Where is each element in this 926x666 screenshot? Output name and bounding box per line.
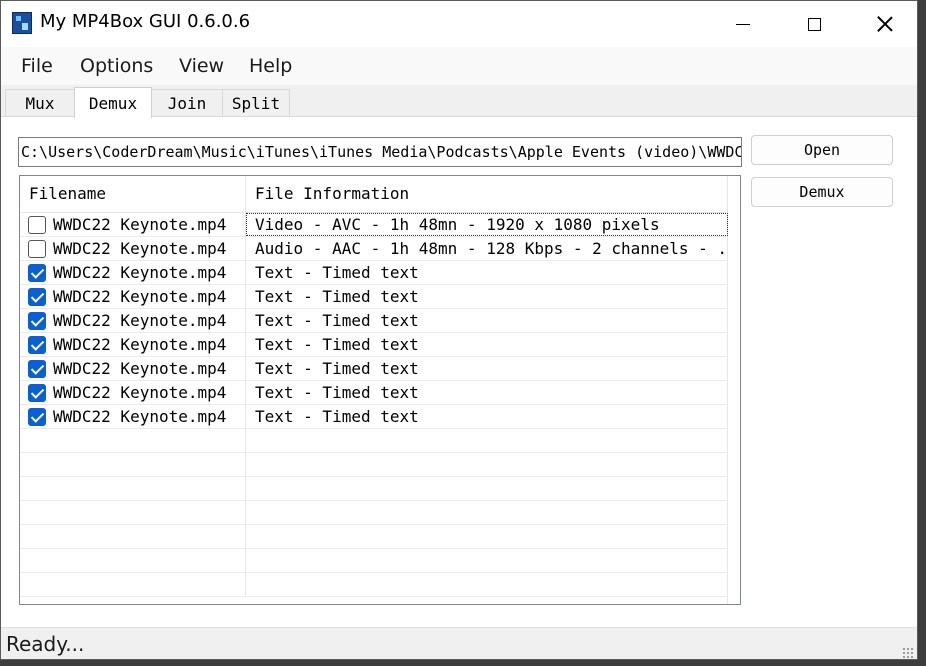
file-information-cell xyxy=(246,453,728,476)
filename-cell: WWDC22 Keynote.mp4 xyxy=(20,381,246,404)
file-information-cell: Text - Timed text xyxy=(255,407,419,426)
resize-grip-icon[interactable] xyxy=(902,647,914,659)
menu-options[interactable]: Options xyxy=(80,55,153,77)
tab-mux[interactable]: Mux xyxy=(5,89,75,117)
file-information-cell: Text - Timed text xyxy=(255,335,419,354)
minimize-icon xyxy=(736,23,750,25)
filename-text: WWDC22 Keynote.mp4 xyxy=(53,287,227,306)
table-row[interactable]: WWDC22 Keynote.mp4 Text - Timed text xyxy=(20,309,728,333)
tab-split[interactable]: Split xyxy=(222,89,290,117)
file-path-input[interactable]: C:\Users\CoderDream\Music\iTunes\iTunes … xyxy=(18,137,742,167)
filename-cell xyxy=(20,525,246,548)
file-information-cell: Video - AVC - 1h 48mn - 1920 x 1080 pixe… xyxy=(246,213,728,236)
filename-text: WWDC22 Keynote.mp4 xyxy=(53,359,227,378)
table-row[interactable]: WWDC22 Keynote.mp4 Video - AVC - 1h 48mn … xyxy=(20,213,728,237)
file-information-cell xyxy=(246,477,728,500)
list-header: Filename File Information xyxy=(20,176,728,213)
empty-row xyxy=(20,525,728,549)
track-list[interactable]: Filename File Information WWDC22 Keynote… xyxy=(19,175,741,605)
filename-cell: WWDC22 Keynote.mp4 xyxy=(20,237,246,260)
empty-row xyxy=(20,453,728,477)
filename-cell xyxy=(20,573,246,596)
filename-cell: WWDC22 Keynote.mp4 xyxy=(20,405,246,428)
file-information-cell: Audio - AAC - 1h 48mn - 128 Kbps - 2 cha… xyxy=(255,239,728,258)
app-window: My MP4Box GUI 0.6.0.6 File Options View … xyxy=(0,0,918,660)
demux-panel: C:\Users\CoderDream\Music\iTunes\iTunes … xyxy=(1,116,917,627)
file-information-cell xyxy=(246,573,728,596)
filename-cell: WWDC22 Keynote.mp4 xyxy=(20,261,246,284)
file-information-cell xyxy=(246,549,728,572)
tab-demux[interactable]: Demux xyxy=(74,87,152,118)
filename-cell: WWDC22 Keynote.mp4 xyxy=(20,333,246,356)
file-information-cell xyxy=(246,429,728,452)
menu-bar: File Options View Help xyxy=(1,47,917,85)
app-icon xyxy=(12,12,32,34)
filename-cell: WWDC22 Keynote.mp4 xyxy=(20,213,246,236)
file-information-cell: Text - Timed text xyxy=(255,383,419,402)
filename-text: WWDC22 Keynote.mp4 xyxy=(53,215,227,234)
track-checkbox[interactable] xyxy=(28,288,46,306)
empty-row xyxy=(20,573,728,597)
title-bar[interactable]: My MP4Box GUI 0.6.0.6 xyxy=(1,1,917,47)
filename-text: WWDC22 Keynote.mp4 xyxy=(53,311,227,330)
maximize-icon xyxy=(807,17,821,31)
file-information-cell: Text - Timed text xyxy=(255,359,419,378)
track-checkbox[interactable] xyxy=(28,408,46,426)
menu-file[interactable]: File xyxy=(21,55,53,77)
track-checkbox[interactable] xyxy=(28,384,46,402)
track-checkbox[interactable] xyxy=(28,312,46,330)
filename-cell xyxy=(20,453,246,476)
filename-cell: WWDC22 Keynote.mp4 xyxy=(20,285,246,308)
filename-cell xyxy=(20,501,246,524)
empty-row xyxy=(20,549,728,573)
file-information-cell: Text - Timed text xyxy=(255,263,419,282)
filename-text: WWDC22 Keynote.mp4 xyxy=(53,335,227,354)
tab-join[interactable]: Join xyxy=(151,89,223,117)
filename-text: WWDC22 Keynote.mp4 xyxy=(53,263,227,282)
empty-row xyxy=(20,429,728,453)
filename-text: WWDC22 Keynote.mp4 xyxy=(53,383,227,402)
filename-cell: WWDC22 Keynote.mp4 xyxy=(20,309,246,332)
table-row[interactable]: WWDC22 Keynote.mp4 Text - Timed text xyxy=(20,381,728,405)
window-title: My MP4Box GUI 0.6.0.6 xyxy=(40,11,251,32)
filename-text: WWDC22 Keynote.mp4 xyxy=(53,239,227,258)
maximize-button[interactable] xyxy=(791,1,837,47)
status-bar: Ready... xyxy=(1,627,917,659)
table-row[interactable]: WWDC22 Keynote.mp4 Text - Timed text xyxy=(20,357,728,381)
demux-button[interactable]: Demux xyxy=(751,177,893,207)
filename-cell: WWDC22 Keynote.mp4 xyxy=(20,357,246,380)
track-checkbox[interactable] xyxy=(28,264,46,282)
table-row[interactable]: WWDC22 Keynote.mp4 Text - Timed text xyxy=(20,285,728,309)
table-row[interactable]: WWDC22 Keynote.mp4 Audio - AAC - 1h 48mn … xyxy=(20,237,728,261)
file-information-cell xyxy=(246,501,728,524)
open-button[interactable]: Open xyxy=(751,135,893,165)
file-information-cell: Text - Timed text xyxy=(255,287,419,306)
file-information-cell xyxy=(246,525,728,548)
filename-cell xyxy=(20,549,246,572)
track-checkbox[interactable] xyxy=(28,240,46,258)
track-checkbox[interactable] xyxy=(28,360,46,378)
column-header-filename[interactable]: Filename xyxy=(20,176,246,212)
close-button[interactable] xyxy=(862,1,908,47)
close-icon xyxy=(877,16,893,32)
minimize-button[interactable] xyxy=(720,1,766,47)
empty-row xyxy=(20,501,728,525)
table-row[interactable]: WWDC22 Keynote.mp4 Text - Timed text xyxy=(20,333,728,357)
status-text: Ready... xyxy=(6,632,85,656)
list-rows: WWDC22 Keynote.mp4 Video - AVC - 1h 48mn … xyxy=(20,213,728,597)
filename-text: WWDC22 Keynote.mp4 xyxy=(53,407,227,426)
track-checkbox[interactable] xyxy=(28,336,46,354)
empty-row xyxy=(20,477,728,501)
filename-cell xyxy=(20,429,246,452)
track-checkbox[interactable] xyxy=(28,216,46,234)
tab-strip: Mux Demux Join Split xyxy=(1,87,917,118)
table-row[interactable]: WWDC22 Keynote.mp4 Text - Timed text xyxy=(20,405,728,429)
menu-help[interactable]: Help xyxy=(249,55,292,77)
filename-cell xyxy=(20,477,246,500)
list-scrollbar[interactable] xyxy=(727,176,740,604)
column-header-file-information[interactable]: File Information xyxy=(246,176,728,212)
menu-view[interactable]: View xyxy=(179,55,224,77)
file-information-cell: Text - Timed text xyxy=(255,311,419,330)
table-row[interactable]: WWDC22 Keynote.mp4 Text - Timed text xyxy=(20,261,728,285)
